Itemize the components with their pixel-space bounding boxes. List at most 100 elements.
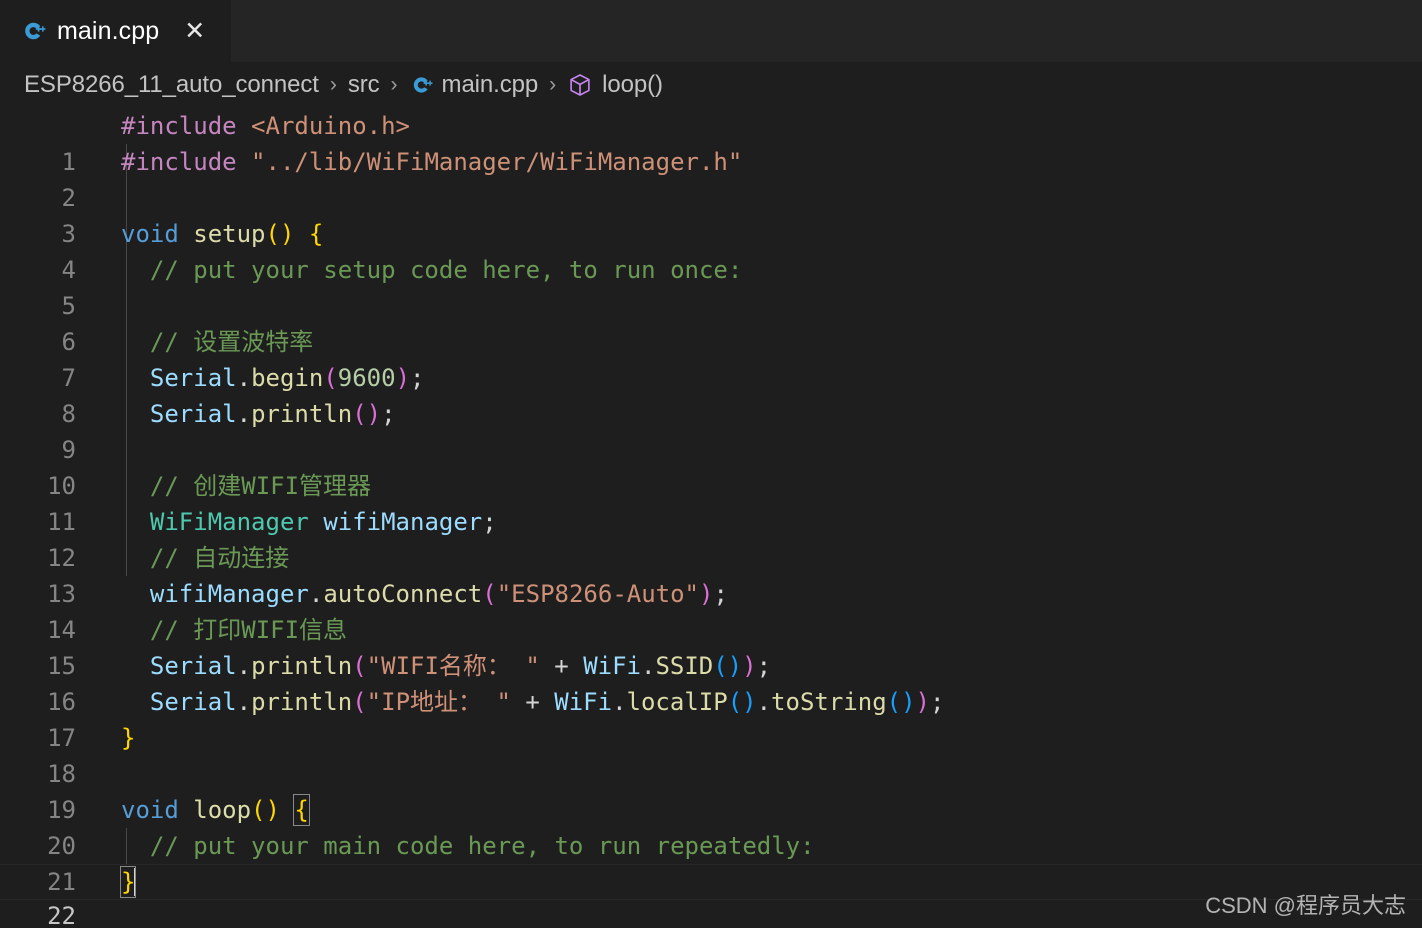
code-text: #include "../lib/WiFiManager/WiFiManager… (121, 144, 742, 180)
token: () (886, 688, 916, 716)
code-editor[interactable]: 1 #include <Arduino.h> 2 #include "../li… (0, 108, 1422, 928)
tab-label: main.cpp (57, 16, 160, 45)
token: ) (395, 364, 411, 392)
code-line[interactable]: 1 #include <Arduino.h> (0, 108, 1422, 176)
code-text: // 打印WIFI信息 (121, 612, 347, 648)
token: } (121, 724, 136, 752)
code-line[interactable]: 8 Serial.begin(9600); (0, 360, 1422, 428)
code-line[interactable]: 13 // 自动连接 (0, 540, 1422, 608)
token: ) (699, 580, 714, 608)
code-line[interactable]: 18 } (0, 720, 1422, 788)
code-line[interactable]: 14 wifiManager.autoConnect("ESP8266-Auto… (0, 576, 1422, 644)
token: "WIFI名称： " (366, 652, 540, 680)
token: ; (410, 364, 425, 392)
code-line[interactable]: 16 Serial.println("WIFI名称： " + WiFi.SSID… (0, 648, 1422, 716)
token: . (236, 400, 252, 428)
token: { (308, 220, 324, 248)
token: WiFi (583, 652, 641, 680)
code-line[interactable]: 9 Serial.println(); (0, 396, 1422, 464)
token: #include (121, 112, 237, 140)
code-text: } (121, 720, 135, 756)
token: "ESP8266-Auto" (496, 580, 700, 608)
token: + (539, 652, 584, 680)
cpp-file-icon (25, 22, 46, 40)
breadcrumb-label: loop() (602, 71, 663, 98)
breadcrumb-item-loop-symbol[interactable]: loop() (567, 71, 663, 99)
token: void (121, 220, 179, 248)
token: ( (352, 688, 367, 716)
code-line[interactable]: 21 // put your main code here, to run re… (0, 828, 1422, 896)
token: loop (193, 796, 252, 824)
token: SSID (655, 652, 714, 680)
token: ; (756, 652, 772, 680)
token: wifiManager (323, 508, 483, 536)
breadcrumb-item-main-cpp[interactable]: main.cpp (409, 71, 539, 99)
token: ; (713, 580, 728, 608)
token: () (713, 652, 743, 680)
token: () (265, 220, 295, 248)
code-line[interactable]: 11 // 创建WIFI管理器 (0, 468, 1422, 536)
code-text: Serial.println("WIFI名称： " + WiFi.SSID())… (121, 648, 771, 684)
code-line[interactable]: 20 void loop() { (0, 792, 1422, 860)
close-icon[interactable]: ✕ (184, 18, 205, 44)
breadcrumb-label: main.cpp (441, 71, 539, 98)
watermark: CSDN @程序员大志 (1205, 893, 1406, 918)
code-line[interactable]: 15 // 打印WIFI信息 (0, 612, 1422, 680)
tab-bar: main.cpp ✕ (0, 0, 1422, 62)
code-line[interactable]: 3 (0, 180, 1422, 248)
chevron-right-icon: › (390, 73, 398, 96)
breadcrumb-item-project[interactable]: ESP8266_11_auto_connect (24, 71, 319, 99)
code-text: // 创建WIFI管理器 (121, 468, 371, 504)
token: println (251, 400, 353, 428)
cpp-file-icon (409, 73, 433, 97)
code-line[interactable]: 19 (0, 756, 1422, 824)
token: begin (251, 364, 324, 392)
code-line[interactable]: 2 #include "../lib/WiFiManager/WiFiManag… (0, 144, 1422, 212)
code-text: // put your main code here, to run repea… (121, 828, 815, 864)
code-line[interactable]: 12 WiFiManager wifiManager; (0, 504, 1422, 572)
breadcrumb-item-src[interactable]: src (348, 71, 380, 99)
token: // 创建WIFI管理器 (121, 472, 372, 500)
token: toString (771, 688, 887, 716)
token: () (727, 688, 757, 716)
chevron-right-icon: › (549, 73, 557, 96)
token: Serial (149, 652, 237, 680)
code-line[interactable]: 5 // put your setup code here, to run on… (0, 252, 1422, 320)
token: ; (930, 688, 945, 716)
bracket-match-open: { (293, 794, 310, 826)
code-line[interactable]: 6 (0, 288, 1422, 356)
token: #include (121, 148, 237, 176)
token: ) (742, 652, 757, 680)
token: Serial (149, 364, 237, 392)
token: ; (381, 400, 396, 428)
token: WiFiManager (149, 508, 309, 536)
token: 9600 (337, 364, 396, 392)
code-line[interactable]: 10 (0, 432, 1422, 500)
code-line[interactable]: 4 void setup() { (0, 216, 1422, 284)
breadcrumb-label: ESP8266_11_auto_connect (24, 71, 319, 98)
token: localIP (626, 688, 728, 716)
token: // 打印WIFI信息 (121, 616, 348, 644)
token: ( (352, 652, 367, 680)
token: . (236, 364, 252, 392)
code-line[interactable]: 17 Serial.println("IP地址： " + WiFi.localI… (0, 684, 1422, 752)
chevron-right-icon: › (329, 73, 337, 96)
token: ; (482, 508, 497, 536)
token: println (251, 688, 353, 716)
token: () (251, 796, 280, 824)
code-text: } (119, 865, 137, 899)
code-text: // 自动连接 (121, 540, 289, 576)
editor-tab-main-cpp[interactable]: main.cpp ✕ (0, 0, 231, 62)
token: . (756, 688, 772, 716)
bracket-match-close: } (119, 866, 137, 898)
breadcrumb-label: src (347, 71, 380, 98)
code-line[interactable]: 7 // 设置波特率 (0, 324, 1422, 392)
code-text: // 设置波特率 (121, 324, 313, 360)
